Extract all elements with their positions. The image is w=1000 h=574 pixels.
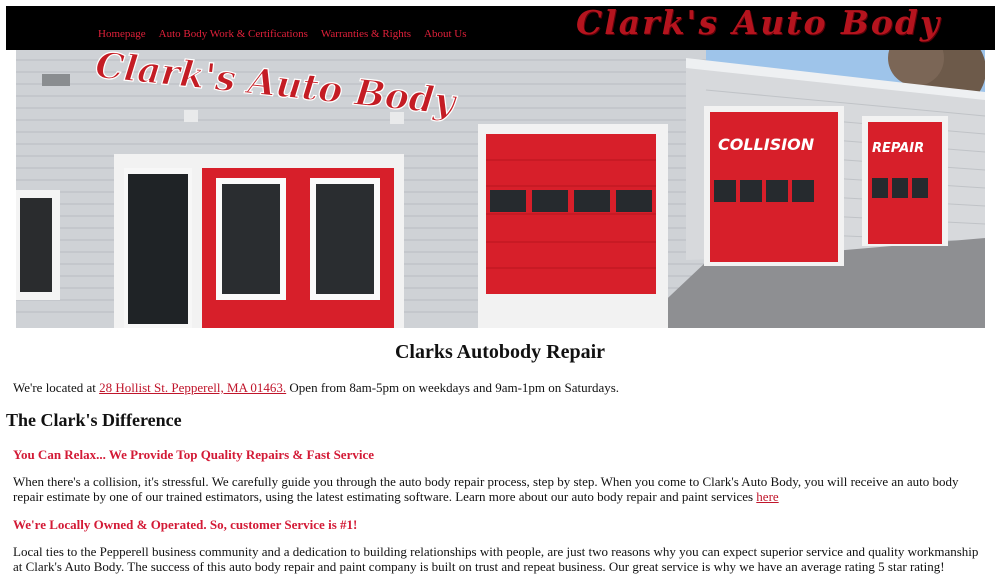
nav-about-us[interactable]: About Us <box>424 28 466 40</box>
page-title: Clarks Autobody Repair <box>394 341 606 363</box>
nav-homepage[interactable]: Homepage <box>98 28 146 40</box>
location-line: We're located at 28 Hollist St. Pepperel… <box>13 380 619 396</box>
nav-warranties[interactable]: Warranties & Rights <box>321 28 411 40</box>
brand-logo[interactable]: Clark's Auto Body <box>576 3 941 42</box>
hero-image: Clark's Auto Body COLLISION REPAIR <box>16 50 985 328</box>
section2-text: Local ties to the Pepperell business com… <box>13 544 979 574</box>
repair-sign: REPAIR <box>872 141 924 156</box>
hours-text: Open from 8am-5pm on weekdays and 9am-1p… <box>286 380 620 395</box>
main-nav: Homepage Auto Body Work & Certifications… <box>98 28 467 40</box>
difference-heading: The Clark's Difference <box>6 410 182 430</box>
building-illustration: Clark's Auto Body COLLISION REPAIR <box>16 50 985 328</box>
section1-text: When there's a collision, it's stressful… <box>13 474 981 504</box>
section2-heading: We're Locally Owned & Operated. So, cust… <box>13 517 358 532</box>
top-bar: Homepage Auto Body Work & Certifications… <box>6 3 995 50</box>
services-link[interactable]: here <box>756 489 778 504</box>
section1-heading: You Can Relax... We Provide Top Quality … <box>13 447 374 462</box>
location-prefix: We're located at <box>13 380 100 395</box>
nav-auto-body-work[interactable]: Auto Body Work & Certifications <box>159 28 308 40</box>
address-link[interactable]: 28 Hollist St. Pepperell, MA 01463. <box>99 380 286 395</box>
section1-body: When there's a collision, it's stressful… <box>13 474 959 504</box>
collision-sign: COLLISION <box>718 135 815 154</box>
